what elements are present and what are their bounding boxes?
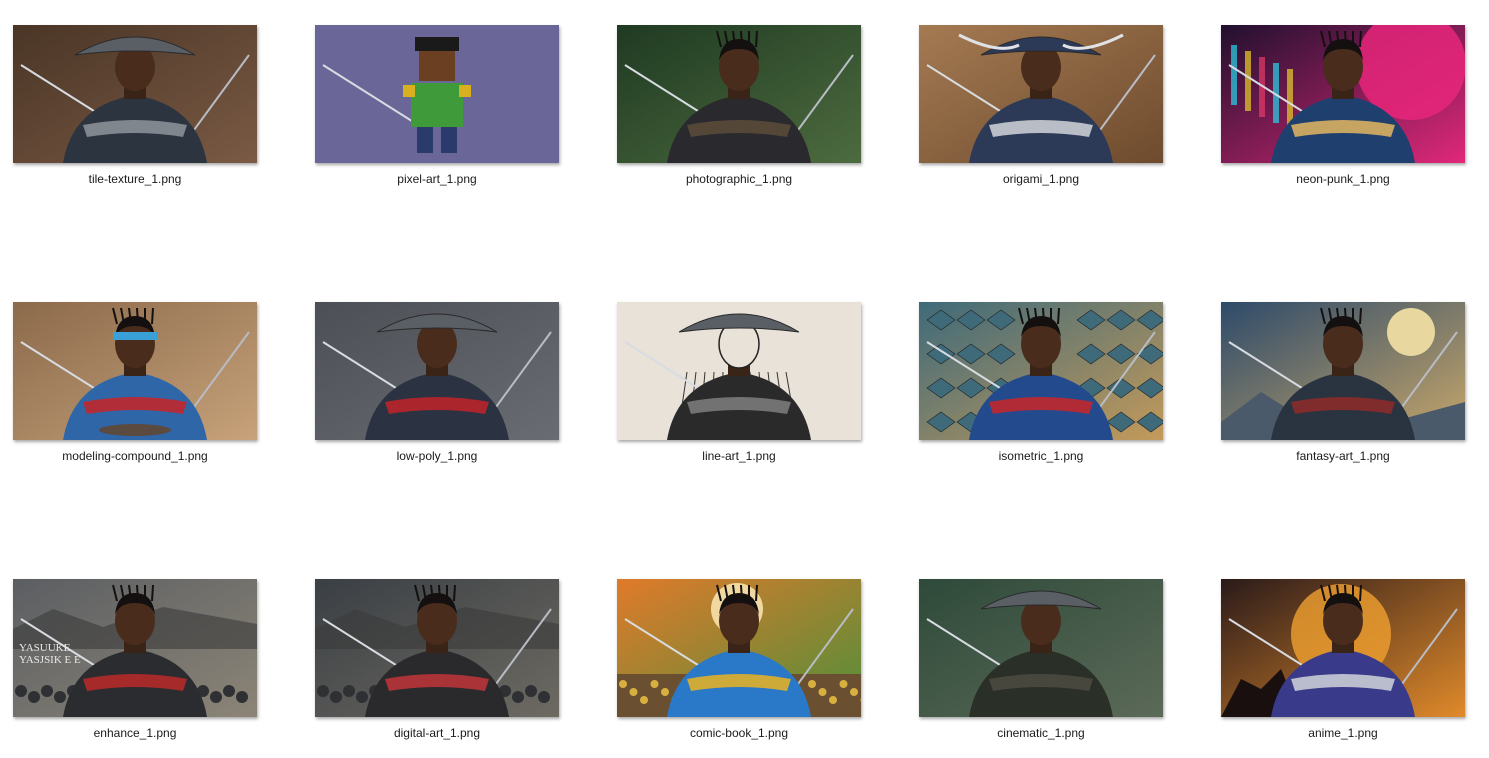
file-item[interactable]: pixel-art_1.png — [315, 25, 561, 225]
file-item[interactable]: cinematic_1.png — [919, 579, 1165, 758]
file-item[interactable]: low-poly_1.png — [315, 302, 561, 502]
thumbnail-image — [1221, 25, 1465, 163]
thumbnail-image — [919, 302, 1163, 440]
file-thumbnail[interactable] — [13, 302, 257, 440]
file-item[interactable]: anime_1.png — [1221, 579, 1467, 758]
file-item[interactable]: neon-punk_1.png — [1221, 25, 1467, 225]
file-name-label[interactable]: photographic_1.png — [617, 172, 861, 186]
file-thumbnail[interactable] — [919, 579, 1163, 717]
file-name-label[interactable]: isometric_1.png — [919, 449, 1163, 463]
file-name-label[interactable]: anime_1.png — [1221, 726, 1465, 740]
file-name-label[interactable]: digital-art_1.png — [315, 726, 559, 740]
file-thumbnail[interactable] — [13, 25, 257, 163]
file-name-label[interactable]: tile-texture_1.png — [13, 172, 257, 186]
file-name-label[interactable]: low-poly_1.png — [315, 449, 559, 463]
file-name-label[interactable]: cinematic_1.png — [919, 726, 1163, 740]
thumbnail-image — [315, 25, 559, 163]
file-thumbnail[interactable] — [617, 579, 861, 717]
overlay-text-line-2: YASJSIK E E — [19, 654, 81, 666]
file-item[interactable]: isometric_1.png — [919, 302, 1165, 502]
thumbnail-image — [919, 579, 1163, 717]
thumbnail-image — [1221, 302, 1465, 440]
file-thumbnail[interactable] — [617, 25, 861, 163]
file-thumbnail[interactable] — [1221, 579, 1465, 717]
file-item[interactable]: line-art_1.png — [617, 302, 863, 502]
file-item[interactable]: fantasy-art_1.png — [1221, 302, 1467, 502]
file-name-label[interactable]: line-art_1.png — [617, 449, 861, 463]
file-item[interactable]: digital-art_1.png — [315, 579, 561, 758]
thumbnail-image — [315, 579, 559, 717]
file-name-label[interactable]: neon-punk_1.png — [1221, 172, 1465, 186]
file-thumbnail[interactable] — [617, 302, 861, 440]
file-thumbnail[interactable] — [919, 25, 1163, 163]
file-name-label[interactable]: comic-book_1.png — [617, 726, 861, 740]
file-item[interactable]: tile-texture_1.png — [13, 25, 259, 225]
file-thumbnail[interactable]: YASUUKE YASJSIK E E — [13, 579, 257, 717]
file-thumbnail[interactable] — [315, 25, 559, 163]
file-item[interactable]: modeling-compound_1.png — [13, 302, 259, 502]
file-name-label[interactable]: modeling-compound_1.png — [13, 449, 257, 463]
thumbnail-image: YASUUKEYASJSIK E E — [13, 579, 257, 717]
file-thumbnail[interactable] — [315, 579, 559, 717]
file-name-label[interactable]: origami_1.png — [919, 172, 1163, 186]
file-thumbnail[interactable] — [1221, 25, 1465, 163]
file-thumbnail[interactable] — [919, 302, 1163, 440]
thumbnail-image — [13, 302, 257, 440]
file-name-label[interactable]: enhance_1.png — [13, 726, 257, 740]
overlay-text-line-1: YASUUKE — [19, 642, 71, 654]
thumbnail-image — [617, 302, 861, 440]
thumbnail-image — [919, 25, 1163, 163]
file-item[interactable]: comic-book_1.png — [617, 579, 863, 758]
file-thumbnail[interactable] — [315, 302, 559, 440]
file-name-label[interactable]: fantasy-art_1.png — [1221, 449, 1465, 463]
thumbnail-image — [13, 25, 257, 163]
file-explorer-thumbnail-view: tile-texture_1.png pixel-art_1.png photogr… — [0, 0, 1489, 758]
file-item[interactable]: origami_1.png — [919, 25, 1165, 225]
file-thumbnail[interactable] — [1221, 302, 1465, 440]
thumbnail-image — [617, 579, 861, 717]
thumbnail-image — [1221, 579, 1465, 717]
file-item[interactable]: photographic_1.png — [617, 25, 863, 225]
file-name-label[interactable]: pixel-art_1.png — [315, 172, 559, 186]
thumbnail-image — [617, 25, 861, 163]
file-item[interactable]: YASUUKE YASJSIK E E enhance_1.png — [13, 579, 259, 758]
thumbnail-image — [315, 302, 559, 440]
